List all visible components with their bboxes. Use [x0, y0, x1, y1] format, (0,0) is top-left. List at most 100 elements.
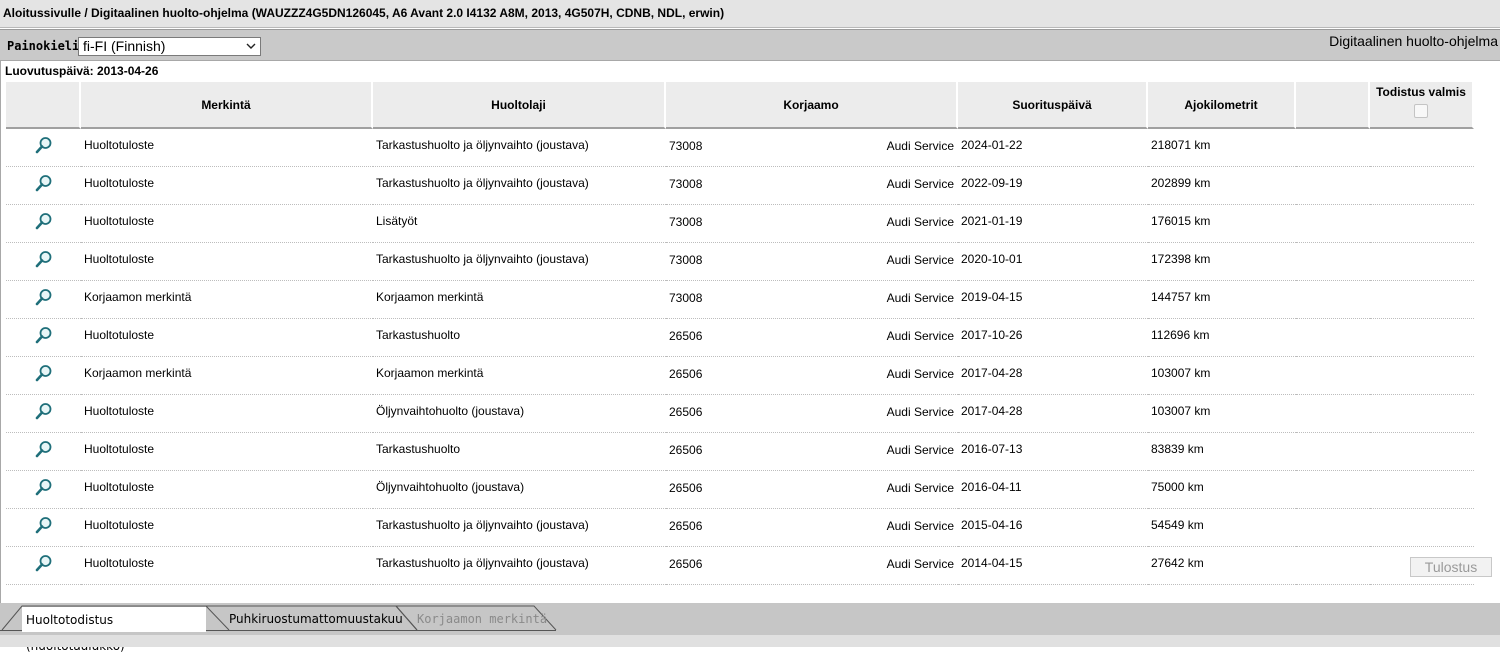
table-row[interactable]: Huoltotuloste Tarkastushuolto ja öljynvai…	[6, 167, 1474, 205]
korjaamo-code: 73008	[669, 139, 703, 153]
row-icon-cell[interactable]	[6, 319, 81, 357]
cell-empty	[1296, 205, 1370, 243]
korjaamo-code: 73008	[669, 215, 703, 229]
tab-bar: Huoltotodistus (huoltotaulukko) Puhkiruo…	[0, 603, 1500, 653]
cell-empty	[1296, 243, 1370, 281]
magnifier-icon[interactable]	[35, 288, 53, 309]
cell-huoltolaji: Tarkastushuolto ja öljynvaihto (joustava…	[373, 167, 666, 205]
table-row[interactable]: Huoltotuloste Lisätyöt 73008 Audi Service 20…	[6, 205, 1474, 243]
cell-ajokilometrit: 176015 km	[1148, 205, 1296, 243]
korjaamo-name: Audi Service	[886, 177, 954, 191]
tab-huoltotodistus[interactable]: Huoltotodistus (huoltotaulukko)	[22, 606, 206, 653]
cell-merkinta: Huoltotuloste	[81, 547, 373, 585]
table-row[interactable]: Huoltotuloste Tarkastushuolto ja öljynvai…	[6, 243, 1474, 281]
korjaamo-code: 73008	[669, 291, 703, 305]
cell-todistus	[1370, 243, 1474, 281]
cell-todistus	[1370, 433, 1474, 471]
chevron-down-icon	[246, 38, 256, 61]
cell-korjaamo: 26506 Audi Service	[666, 357, 958, 395]
table-row[interactable]: Korjaamon merkintä Korjaamon merkintä 2650…	[6, 357, 1474, 395]
row-icon-cell[interactable]	[6, 471, 81, 509]
cell-korjaamo: 73008 Audi Service	[666, 129, 958, 167]
korjaamo-name: Audi Service	[886, 443, 954, 457]
cell-todistus	[1370, 167, 1474, 205]
cell-suorituspaiva: 2020-10-01	[958, 243, 1148, 281]
magnifier-icon[interactable]	[35, 136, 53, 157]
header-huoltolaji[interactable]: Huoltolaji	[373, 82, 666, 129]
cell-ajokilometrit: 75000 km	[1148, 471, 1296, 509]
table-row[interactable]: Korjaamon merkintä Korjaamon merkintä 7300…	[6, 281, 1474, 319]
table-row[interactable]: Huoltotuloste Tarkastushuolto ja öljynvai…	[6, 509, 1474, 547]
cell-huoltolaji: Tarkastushuolto ja öljynvaihto (joustava…	[373, 547, 666, 585]
app-title: Digitaalinen huolto-ohjelma	[1329, 33, 1498, 49]
row-icon-cell[interactable]	[6, 433, 81, 471]
magnifier-icon[interactable]	[35, 250, 53, 271]
row-icon-cell[interactable]	[6, 281, 81, 319]
table-row[interactable]: Huoltotuloste Öljynvaihtohuolto (joustava…	[6, 471, 1474, 509]
magnifier-icon[interactable]	[35, 326, 53, 347]
cell-ajokilometrit: 202899 km	[1148, 167, 1296, 205]
row-icon-cell[interactable]	[6, 357, 81, 395]
cell-merkinta: Huoltotuloste	[81, 167, 373, 205]
row-icon-cell[interactable]	[6, 395, 81, 433]
magnifier-icon[interactable]	[35, 212, 53, 233]
cell-empty	[1296, 547, 1370, 585]
tab-korjaamon-merkinta: Korjaamon merkintä	[417, 612, 548, 626]
magnifier-icon[interactable]	[35, 402, 53, 423]
cell-korjaamo: 26506 Audi Service	[666, 471, 958, 509]
cell-merkinta: Huoltotuloste	[81, 243, 373, 281]
table-row[interactable]: Huoltotuloste Tarkastushuolto 26506 Audi Se…	[6, 433, 1474, 471]
main-panel: Luovutuspäivä: 2013-04-26 Merkintä Huolt…	[0, 61, 1500, 603]
magnifier-icon[interactable]	[35, 174, 53, 195]
cell-huoltolaji: Tarkastushuolto ja öljynvaihto (joustava…	[373, 509, 666, 547]
tab-puhkiruostumattomuustakuu[interactable]: Puhkiruostumattomuustakuu	[229, 606, 403, 630]
cell-empty	[1296, 509, 1370, 547]
cell-empty	[1296, 471, 1370, 509]
cell-korjaamo: 26506 Audi Service	[666, 509, 958, 547]
header-suorituspaiva[interactable]: Suorituspäivä	[958, 82, 1148, 129]
cell-ajokilometrit: 112696 km	[1148, 319, 1296, 357]
cell-huoltolaji: Korjaamon merkintä	[373, 281, 666, 319]
cell-huoltolaji: Öljynvaihtohuolto (joustava)	[373, 395, 666, 433]
korjaamo-code: 26506	[669, 481, 703, 495]
magnifier-icon[interactable]	[35, 516, 53, 537]
row-icon-cell[interactable]	[6, 129, 81, 167]
korjaamo-code: 26506	[669, 557, 703, 571]
cell-suorituspaiva: 2017-04-28	[958, 395, 1148, 433]
table-row[interactable]: Huoltotuloste Tarkastushuolto 26506 Audi Se…	[6, 319, 1474, 357]
korjaamo-name: Audi Service	[886, 139, 954, 153]
magnifier-icon[interactable]	[35, 440, 53, 461]
magnifier-icon[interactable]	[35, 478, 53, 499]
row-icon-cell[interactable]	[6, 167, 81, 205]
cell-huoltolaji: Lisätyöt	[373, 205, 666, 243]
cell-ajokilometrit: 83839 km	[1148, 433, 1296, 471]
todistus-valmis-checkbox[interactable]	[1414, 104, 1428, 118]
korjaamo-name: Audi Service	[886, 519, 954, 533]
header-korjaamo[interactable]: Korjaamo	[666, 82, 958, 129]
korjaamo-code: 73008	[669, 177, 703, 191]
row-icon-cell[interactable]	[6, 243, 81, 281]
cell-merkinta: Huoltotuloste	[81, 319, 373, 357]
cell-todistus	[1370, 129, 1474, 167]
language-select[interactable]: fi-FI (Finnish)	[78, 37, 261, 56]
korjaamo-code: 26506	[669, 443, 703, 457]
row-icon-cell[interactable]	[6, 547, 81, 585]
header-empty-col	[1296, 82, 1370, 129]
header-merkinta[interactable]: Merkintä	[81, 82, 373, 129]
cell-merkinta: Korjaamon merkintä	[81, 281, 373, 319]
magnifier-icon[interactable]	[35, 364, 53, 385]
cell-suorituspaiva: 2015-04-16	[958, 509, 1148, 547]
header-ajokilometrit[interactable]: Ajokilometrit	[1148, 82, 1296, 129]
print-button[interactable]: Tulostus	[1410, 557, 1492, 577]
row-icon-cell[interactable]	[6, 509, 81, 547]
table-row[interactable]: Huoltotuloste Tarkastushuolto ja öljynvai…	[6, 129, 1474, 167]
cell-empty	[1296, 357, 1370, 395]
cell-huoltolaji: Korjaamon merkintä	[373, 357, 666, 395]
cell-merkinta: Huoltotuloste	[81, 205, 373, 243]
table-row[interactable]: Huoltotuloste Tarkastushuolto ja öljynvai…	[6, 547, 1474, 585]
cell-ajokilometrit: 54549 km	[1148, 509, 1296, 547]
breadcrumb[interactable]: Aloitussivulle / Digitaalinen huolto-ohj…	[0, 0, 1500, 28]
table-row[interactable]: Huoltotuloste Öljynvaihtohuolto (joustava…	[6, 395, 1474, 433]
magnifier-icon[interactable]	[35, 554, 53, 575]
row-icon-cell[interactable]	[6, 205, 81, 243]
